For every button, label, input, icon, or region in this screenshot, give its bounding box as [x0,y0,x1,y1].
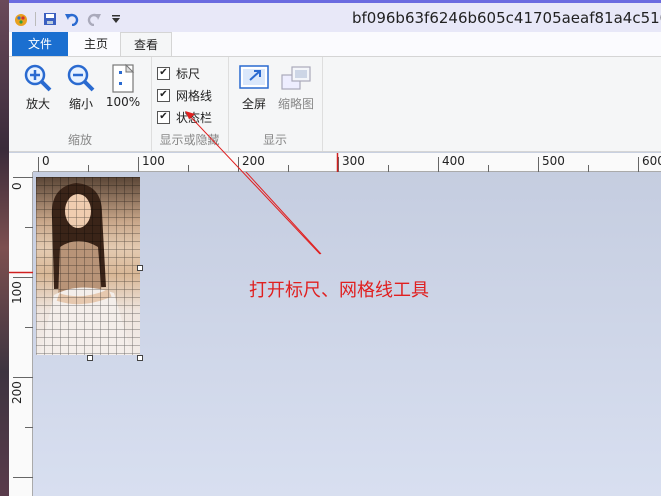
check-icon: ✔ [157,66,170,80]
actual-size-icon [112,63,135,93]
annotation-text: 打开标尺、网格线工具 [249,280,429,301]
ribbon-tabs: 文件 主页 查看 [9,32,661,56]
redo-icon[interactable] [86,11,102,27]
separator [35,12,36,26]
ruler-label-h: 300 [342,154,365,168]
statusbar-checkbox[interactable]: ✔ 状态栏 [157,108,212,126]
tab-file[interactable]: 文件 [12,32,68,56]
app-icon[interactable] [13,11,29,27]
ruler-label-v: 100 [10,281,24,304]
thumbnail-label: 缩略图 [277,97,314,111]
paint-window: bf096b63f6246b605c41705aeaf81a4c510fa 文件… [9,0,661,496]
zoom-out-button[interactable]: 缩小 [62,61,100,112]
window-title: bf096b63f6246b605c41705aeaf81a4c510fa [352,9,661,27]
zoom-in-button[interactable]: 放大 [19,61,57,112]
ruler-label-h: 200 [242,154,265,168]
zoom-out-label: 缩小 [68,97,93,111]
vertical-ruler: 0 100 200 [9,172,33,496]
ruler-label-h: 600 [642,154,661,168]
ribbon-view: 放大 缩小 100% 缩放 显示或隐藏 ✔ 标尺 ✔ 网格线 ✔ 状态栏 全屏 … [9,56,661,152]
title-bar: bf096b63f6246b605c41705aeaf81a4c510fa [9,0,661,32]
save-icon[interactable] [42,11,58,27]
ruler-label-v: 0 [10,182,24,190]
gridlines-overlay [36,177,140,355]
ruler-label-h: 500 [542,154,565,168]
thumbnail-button[interactable]: 缩略图 [275,61,317,112]
actual-size-label: 100% [105,95,141,109]
ruler-label-h: 100 [142,154,165,168]
ruler-checkbox[interactable]: ✔ 标尺 [157,64,200,82]
fullscreen-icon [239,65,269,89]
display-group-label: 显示 [262,133,287,147]
tab-home[interactable]: 主页 [72,32,120,56]
resize-handle[interactable] [137,355,143,361]
ruler-label-v: 200 [10,381,24,404]
actual-size-button[interactable]: 100% [104,61,142,109]
zoom-group-label: 缩放 [67,133,92,147]
portrait-image [36,177,140,355]
ruler-corner [9,153,33,172]
vertical-ruler-ticks [9,177,33,478]
desktop-edge [0,0,9,496]
display-group: 全屏 缩略图 显示 [228,57,323,151]
gridlines-label: 网格线 [176,88,213,103]
statusbar-label: 状态栏 [176,110,213,125]
zoom-group: 放大 缩小 100% 缩放 [9,57,152,151]
ruler-label-h: 400 [442,154,465,168]
show-hide-group-label: 显示或隐藏 [159,133,220,147]
ruler-label: 标尺 [176,66,201,81]
check-icon: ✔ [157,88,170,102]
fullscreen-label: 全屏 [241,97,266,111]
zoom-in-label: 放大 [25,97,50,111]
zoom-out-icon [67,64,95,92]
customize-dropdown-icon[interactable] [108,11,124,27]
ruler-label-h: 0 [42,154,50,168]
resize-handle[interactable] [87,355,93,361]
zoom-in-icon [24,64,52,92]
quick-access-toolbar [13,9,124,29]
gridlines-checkbox[interactable]: ✔ 网格线 [157,86,212,104]
drawing-canvas[interactable] [33,172,661,496]
undo-icon[interactable] [64,11,80,27]
tab-view[interactable]: 查看 [120,32,172,56]
horizontal-ruler: 0 100 200 300 400 500 600 [33,153,661,172]
fullscreen-button[interactable]: 全屏 [234,61,274,112]
check-icon: ✔ [157,110,170,124]
resize-handle[interactable] [137,265,143,271]
thumbnail-icon [281,66,311,90]
